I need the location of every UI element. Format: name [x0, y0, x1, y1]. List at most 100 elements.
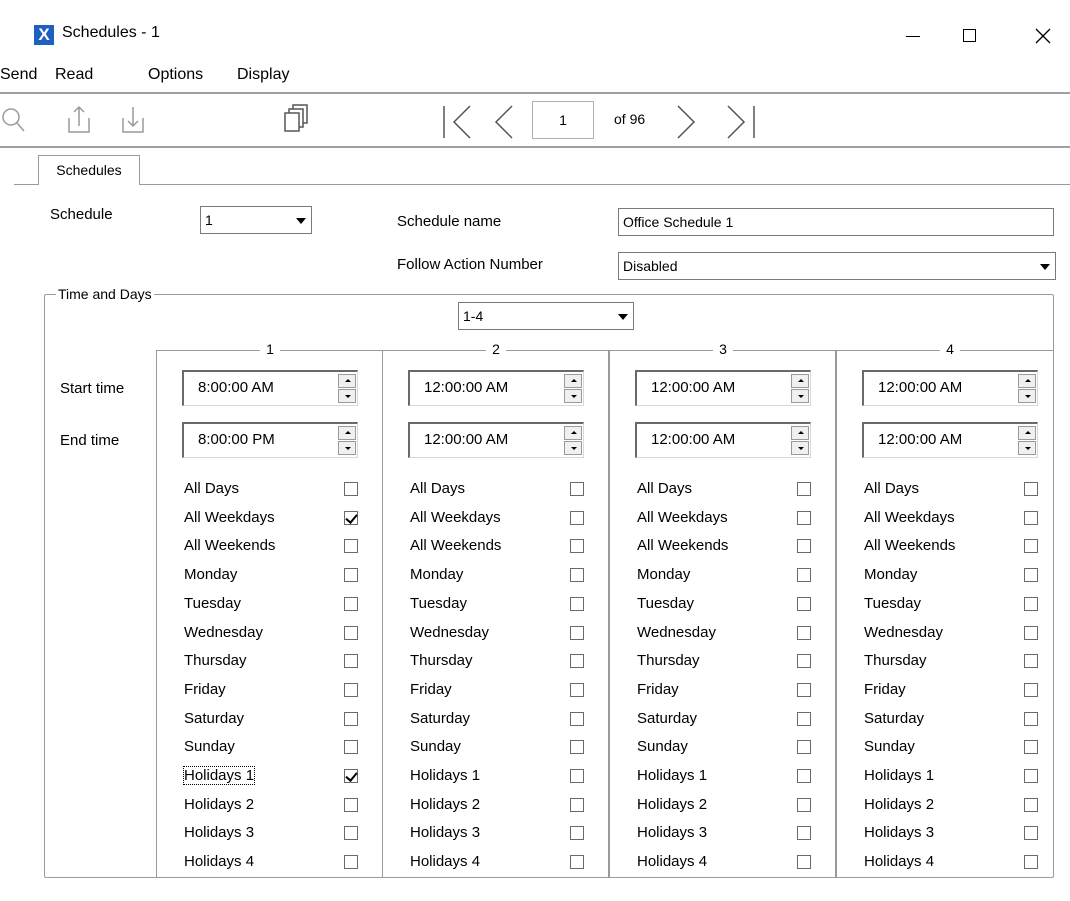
spin-up-icon[interactable]: [791, 374, 809, 388]
day-option-row[interactable]: Holidays 4: [864, 849, 1044, 877]
day-checkbox[interactable]: [797, 539, 811, 554]
day-option-row[interactable]: Holidays 2: [864, 792, 1044, 820]
start-time-spinner[interactable]: 12:00:00 AM: [408, 370, 584, 406]
copy-icon[interactable]: [282, 104, 308, 138]
day-option-row[interactable]: Holidays 1: [182, 763, 364, 791]
schedule-name-input[interactable]: Office Schedule 1: [618, 208, 1054, 236]
day-checkbox[interactable]: [344, 568, 358, 583]
day-checkbox[interactable]: [344, 740, 358, 755]
day-checkbox[interactable]: [344, 855, 358, 870]
spin-down-icon[interactable]: [1018, 441, 1036, 455]
spin-up-icon[interactable]: [1018, 426, 1036, 440]
end-time-spinner[interactable]: 12:00:00 AM: [635, 422, 811, 458]
day-checkbox[interactable]: [1024, 769, 1038, 783]
end-time-spinner[interactable]: 8:00:00 PM: [182, 422, 358, 458]
day-checkbox[interactable]: [570, 596, 584, 611]
day-checkbox[interactable]: [797, 769, 811, 783]
spin-down-icon[interactable]: [564, 441, 582, 455]
day-option-row[interactable]: Saturday: [184, 706, 364, 734]
day-option-row[interactable]: All Days: [637, 476, 817, 504]
day-checkbox[interactable]: [1024, 711, 1038, 726]
day-option-row[interactable]: All Days: [864, 476, 1044, 504]
download-icon[interactable]: [120, 104, 146, 138]
day-checkbox[interactable]: [797, 855, 811, 870]
day-option-row[interactable]: All Weekdays: [410, 505, 590, 533]
day-option-row[interactable]: Friday: [864, 677, 1044, 705]
chevron-down-icon[interactable]: [1034, 254, 1054, 278]
day-option-row[interactable]: Monday: [410, 562, 590, 590]
day-option-row[interactable]: Holidays 2: [637, 792, 817, 820]
day-option-row[interactable]: Holidays 2: [184, 792, 364, 820]
follow-action-select[interactable]: Disabled: [618, 252, 1056, 280]
day-option-row[interactable]: Holidays 3: [637, 820, 817, 848]
day-option-row[interactable]: All Weekdays: [184, 505, 364, 533]
day-checkbox[interactable]: [344, 797, 358, 812]
day-checkbox[interactable]: [570, 769, 584, 783]
day-option-row[interactable]: Saturday: [410, 706, 590, 734]
day-option-row[interactable]: All Weekdays: [637, 505, 817, 533]
day-option-row[interactable]: All Weekends: [410, 533, 590, 561]
day-checkbox[interactable]: [1024, 682, 1038, 697]
day-option-row[interactable]: Tuesday: [637, 591, 817, 619]
day-checkbox[interactable]: [797, 711, 811, 726]
day-option-row[interactable]: Friday: [184, 677, 364, 705]
upload-icon[interactable]: [66, 104, 92, 138]
day-checkbox[interactable]: [570, 826, 584, 841]
range-select[interactable]: 1-4: [458, 302, 634, 330]
day-checkbox[interactable]: [1024, 855, 1038, 870]
day-option-row[interactable]: Saturday: [637, 706, 817, 734]
day-option-row[interactable]: Monday: [864, 562, 1044, 590]
day-option-row[interactable]: Holidays 3: [410, 820, 590, 848]
day-option-row[interactable]: Tuesday: [184, 591, 364, 619]
day-option-row[interactable]: Wednesday: [637, 620, 817, 648]
minimize-button[interactable]: [888, 18, 938, 52]
day-checkbox[interactable]: [570, 539, 584, 554]
day-checkbox[interactable]: [797, 596, 811, 611]
day-option-row[interactable]: Sunday: [637, 734, 817, 762]
day-checkbox[interactable]: [344, 539, 358, 554]
day-option-row[interactable]: Holidays 4: [637, 849, 817, 877]
day-option-row[interactable]: Holidays 4: [410, 849, 590, 877]
day-checkbox[interactable]: [797, 740, 811, 755]
day-checkbox[interactable]: [570, 654, 584, 669]
end-time-spinner[interactable]: 12:00:00 AM: [408, 422, 584, 458]
day-option-row[interactable]: Thursday: [410, 648, 590, 676]
day-checkbox[interactable]: [1024, 826, 1038, 841]
day-checkbox[interactable]: [570, 711, 584, 726]
day-checkbox[interactable]: [344, 482, 358, 496]
end-time-spinner[interactable]: 12:00:00 AM: [862, 422, 1038, 458]
day-checkbox[interactable]: [1024, 539, 1038, 554]
day-option-row[interactable]: Wednesday: [410, 620, 590, 648]
day-checkbox[interactable]: [344, 625, 358, 640]
day-option-row[interactable]: Sunday: [864, 734, 1044, 762]
day-option-row[interactable]: Tuesday: [410, 591, 590, 619]
day-checkbox[interactable]: [570, 510, 584, 525]
page-number-input[interactable]: 1: [532, 101, 594, 139]
day-option-row[interactable]: Monday: [637, 562, 817, 590]
schedule-select[interactable]: 1: [200, 206, 312, 234]
day-checkbox[interactable]: [344, 826, 358, 841]
day-checkbox[interactable]: [570, 797, 584, 812]
day-option-row[interactable]: All Weekends: [184, 533, 364, 561]
menu-send[interactable]: Send: [0, 66, 37, 84]
spin-down-icon[interactable]: [791, 389, 809, 403]
spin-up-icon[interactable]: [338, 426, 356, 440]
menu-options[interactable]: Options: [148, 66, 203, 84]
day-option-row[interactable]: All Days: [410, 476, 590, 504]
day-option-row[interactable]: Thursday: [184, 648, 364, 676]
day-option-row[interactable]: Holidays 3: [864, 820, 1044, 848]
day-checkbox[interactable]: [1024, 740, 1038, 755]
spin-down-icon[interactable]: [338, 389, 356, 403]
day-checkbox[interactable]: [1024, 482, 1038, 496]
day-option-row[interactable]: Holidays 1: [637, 763, 817, 791]
spin-down-icon[interactable]: [1018, 389, 1036, 403]
day-checkbox[interactable]: [797, 568, 811, 583]
title-bar[interactable]: X Schedules - 1: [0, 0, 1070, 62]
start-time-spinner[interactable]: 12:00:00 AM: [635, 370, 811, 406]
day-option-row[interactable]: Holidays 3: [184, 820, 364, 848]
maximize-button[interactable]: [944, 18, 994, 52]
day-option-row[interactable]: Thursday: [637, 648, 817, 676]
day-option-row[interactable]: Sunday: [410, 734, 590, 762]
day-option-row[interactable]: All Weekends: [864, 533, 1044, 561]
spin-up-icon[interactable]: [791, 426, 809, 440]
